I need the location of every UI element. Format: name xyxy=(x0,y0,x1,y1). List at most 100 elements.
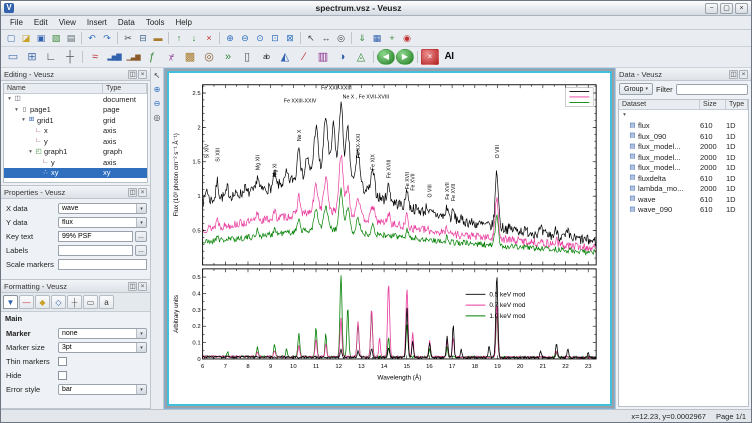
dataset-row-flux-model...[interactable]: ▤flux_model...20001D xyxy=(619,152,748,163)
format-key-tab[interactable]: ▭ xyxy=(83,295,98,309)
tree-item-page1[interactable]: ▾▯page1page xyxy=(4,105,147,116)
filter-input[interactable] xyxy=(676,84,748,95)
fullscreen-button[interactable]: ⊠ xyxy=(283,31,297,45)
add-polar-button[interactable]: ◑ xyxy=(333,48,351,66)
dataset-row-flux[interactable]: ▤flux6101D xyxy=(619,121,748,132)
labels-input[interactable] xyxy=(58,245,133,256)
float-panel-button[interactable]: ◫ xyxy=(128,70,137,79)
tree-item-y[interactable]: ∟yaxis xyxy=(4,136,147,147)
key-text-input[interactable]: 99% PSF xyxy=(58,231,133,242)
column-header-size[interactable]: Size xyxy=(700,100,726,109)
move-widget-down-button[interactable]: ↓ xyxy=(187,31,201,45)
dataset-row-flux-model...[interactable]: ▤flux_model...20001D xyxy=(619,163,748,174)
next-page-button[interactable]: ▶ xyxy=(396,49,414,65)
format-error-bar-tab[interactable]: ┼ xyxy=(67,295,82,309)
tree-item-document[interactable]: ▾◫document xyxy=(4,94,147,105)
add-label-button[interactable]: ab xyxy=(257,48,275,66)
add-shape-button[interactable]: ◭ xyxy=(276,48,294,66)
zoom-into-graph-tool-button[interactable]: ⊕ xyxy=(151,84,163,96)
column-header-dataset[interactable]: Dataset xyxy=(619,100,700,109)
menu-help[interactable]: Help xyxy=(171,18,197,27)
delete-page-button[interactable]: × xyxy=(421,49,439,65)
thin-markers-checkbox[interactable] xyxy=(58,357,67,366)
column-header-type[interactable]: Type xyxy=(103,84,147,93)
dataset-row-flux-model...[interactable]: ▤flux_model...20001D xyxy=(619,142,748,153)
data-capture-button[interactable]: ◉ xyxy=(400,31,414,45)
format-main-tab[interactable]: ▼ xyxy=(3,295,18,309)
add-contour-button[interactable]: ◎ xyxy=(200,48,218,66)
maximize-button[interactable]: ▢ xyxy=(720,3,733,14)
print-document-button[interactable]: ▤ xyxy=(64,31,78,45)
float-panel-button[interactable]: ◫ xyxy=(128,282,137,291)
scale-markers-input[interactable] xyxy=(58,259,147,270)
dataset-row-wave-090[interactable]: ▤wave_0906101D xyxy=(619,205,748,216)
hide-checkbox[interactable] xyxy=(58,371,67,380)
float-panel-button[interactable]: ◫ xyxy=(128,188,137,197)
expander-icon[interactable]: ▾ xyxy=(6,96,13,102)
tree-item-x[interactable]: ∟xaxis xyxy=(4,126,147,137)
add-page-button[interactable]: ▭ xyxy=(4,48,22,66)
menu-file[interactable]: File xyxy=(5,18,28,27)
add-vector-field-button[interactable]: » xyxy=(219,48,237,66)
copy-widget-button[interactable]: ⊟ xyxy=(136,31,150,45)
labels-edit-button[interactable]: … xyxy=(135,245,147,256)
titlebar[interactable]: V spectrum.vsz - Veusz −▢× xyxy=(1,1,751,16)
format-plot-line-tab[interactable]: — xyxy=(19,295,34,309)
zoom-page-width-button[interactable]: ⊡ xyxy=(268,31,282,45)
expander-icon[interactable]: ▾ xyxy=(621,112,628,118)
dataset-row-fluxdelta[interactable]: ▤fluxdelta6101D xyxy=(619,173,748,184)
close-panel-button[interactable]: × xyxy=(138,282,147,291)
expander-icon[interactable]: ▾ xyxy=(27,149,34,155)
marker-size-select[interactable]: 3pt▾ xyxy=(58,342,147,353)
close-button[interactable]: × xyxy=(735,3,748,14)
add-function-button[interactable]: ƒ xyxy=(143,48,161,66)
add-line-button[interactable]: ∕ xyxy=(295,48,313,66)
add-histogram-button[interactable]: ▁▃▆ xyxy=(124,48,142,66)
tree-item-xy[interactable]: ∴xyxy xyxy=(4,168,147,179)
dataset-row-lambda-mo...[interactable]: ▤lambda_mo...20001D xyxy=(619,184,748,195)
tree-item-grid1[interactable]: ▾⊞grid1grid xyxy=(4,115,147,126)
add-ternary-button[interactable]: ◬ xyxy=(352,48,370,66)
menu-view[interactable]: View xyxy=(54,18,81,27)
dataset-root-row[interactable]: ▾ xyxy=(619,110,748,121)
open-document-button[interactable]: ◪ xyxy=(19,31,33,45)
tree-item-y[interactable]: ∟yaxis xyxy=(4,157,147,168)
zoom-out-button[interactable]: ⊖ xyxy=(238,31,252,45)
undo-button[interactable]: ↶ xyxy=(85,31,99,45)
column-header-type[interactable]: Type xyxy=(726,100,748,109)
minimize-button[interactable]: − xyxy=(705,3,718,14)
menu-data[interactable]: Data xyxy=(113,18,140,27)
previous-page-button[interactable]: ◀ xyxy=(377,49,395,65)
menu-edit[interactable]: Edit xyxy=(29,18,53,27)
column-header-name[interactable]: Name xyxy=(4,84,103,93)
add-grid-button[interactable]: ⊞ xyxy=(23,48,41,66)
add-key-button[interactable]: ▯ xyxy=(238,48,256,66)
cut-widget-button[interactable]: ✂ xyxy=(121,31,135,45)
menu-tools[interactable]: Tools xyxy=(141,18,170,27)
zoom-in-button[interactable]: ⊕ xyxy=(223,31,237,45)
data-edit-button[interactable]: ▦ xyxy=(370,31,384,45)
add-axis-button[interactable]: ┼ xyxy=(61,48,79,66)
move-widget-up-button[interactable]: ↑ xyxy=(172,31,186,45)
data-import-button[interactable]: ⇓ xyxy=(355,31,369,45)
recenter-graph-tool-button[interactable]: ◎ xyxy=(151,112,163,124)
paste-widget-button[interactable]: ▬ xyxy=(151,31,165,45)
pan-tool-button[interactable]: ↔ xyxy=(319,31,333,45)
add-image-button[interactable]: ▩ xyxy=(181,48,199,66)
add-graph-button[interactable]: ∟ xyxy=(42,48,60,66)
add-colorbar-button[interactable]: ▥ xyxy=(314,48,332,66)
zoom-graph-tool-button[interactable]: ◎ xyxy=(334,31,348,45)
marker-select[interactable]: none▾ xyxy=(58,328,147,339)
ai-tool-button[interactable]: AI xyxy=(440,48,458,66)
group-button[interactable]: Group ▾ xyxy=(619,83,653,95)
float-panel-button[interactable]: ◫ xyxy=(729,70,738,79)
expander-icon[interactable]: ▾ xyxy=(20,117,27,123)
menu-insert[interactable]: Insert xyxy=(82,18,112,27)
tree-item-graph1[interactable]: ▾◰graph1graph xyxy=(4,147,147,158)
zoom-out-of-graph-tool-button[interactable]: ⊖ xyxy=(151,98,163,110)
plot-page[interactable]: 678910111213141516171819202122230.511.52… xyxy=(167,71,612,406)
save-document-button[interactable]: ▣ xyxy=(34,31,48,45)
key-text-edit-button[interactable]: … xyxy=(135,231,147,242)
y-data-select[interactable]: flux▾ xyxy=(58,217,147,228)
error-style-select[interactable]: bar▾ xyxy=(58,384,147,395)
